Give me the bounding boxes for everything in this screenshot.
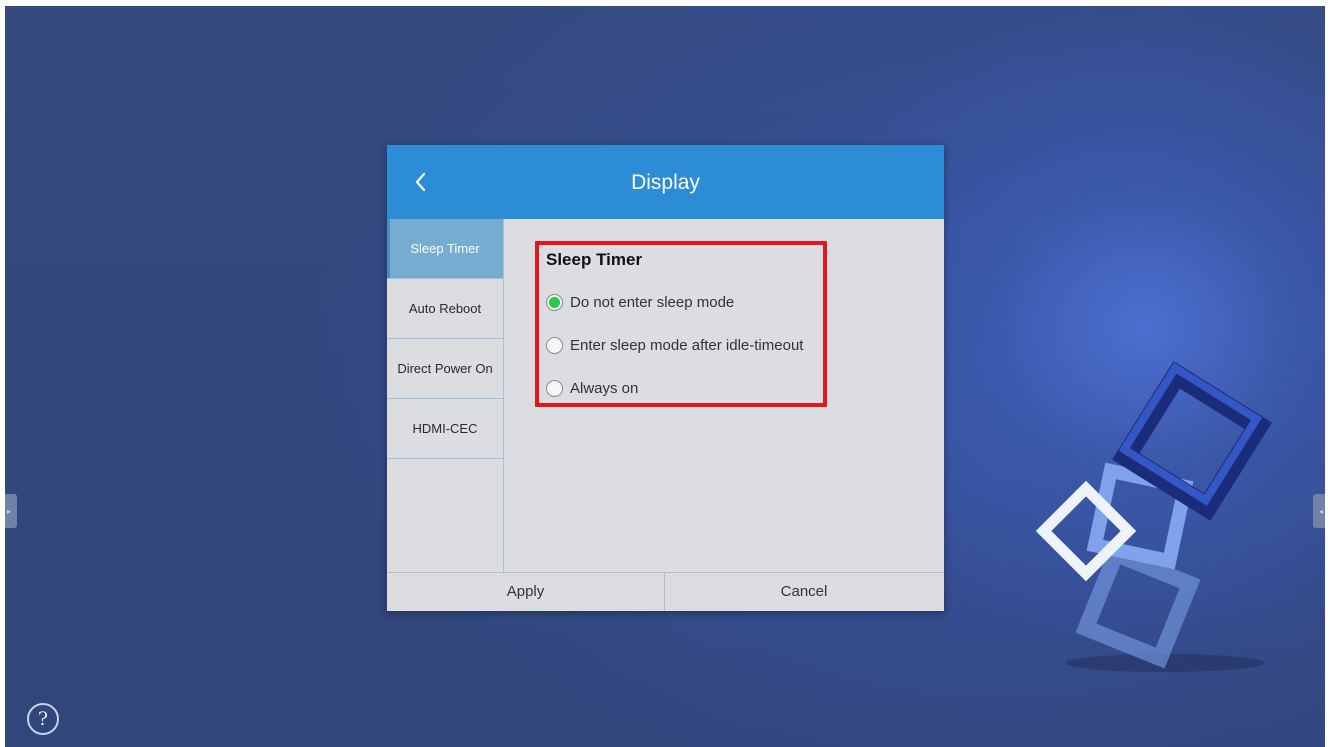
menu-item-hdmi-cec[interactable]: HDMI-CEC xyxy=(387,399,503,459)
settings-side-menu: Sleep Timer Auto Reboot Direct Power On … xyxy=(387,219,504,572)
decorative-cubes-graphic xyxy=(1035,361,1272,672)
menu-item-label: HDMI-CEC xyxy=(412,421,478,436)
menu-item-direct-power-on[interactable]: Direct Power On xyxy=(387,339,503,399)
radio-button[interactable] xyxy=(546,337,563,354)
help-button[interactable]: ? xyxy=(27,703,59,735)
display-settings-dialog: Display Sleep Timer Auto Reboot Direct P… xyxy=(387,145,944,611)
radio-option-always-on[interactable]: Always on xyxy=(546,380,638,397)
help-icon: ? xyxy=(37,707,49,730)
menu-item-label: Sleep Timer xyxy=(410,241,480,256)
arrow-left-icon: ◂ xyxy=(1318,506,1323,516)
arrow-right-icon: ▸ xyxy=(6,506,11,516)
radio-button-selected[interactable] xyxy=(546,294,563,311)
dialog-footer: Apply Cancel xyxy=(387,572,944,611)
left-edge-tab[interactable]: ▸ xyxy=(5,494,17,528)
option-label: Always on xyxy=(570,380,639,397)
dialog-header: Display xyxy=(387,145,944,219)
desktop-screen: ▸ ◂ ? Display Sleep Timer Auto Reboot Di… xyxy=(5,6,1325,747)
option-label: Enter sleep mode after idle-timeout xyxy=(570,337,804,354)
menu-item-auto-reboot[interactable]: Auto Reboot xyxy=(387,279,503,339)
right-edge-tab[interactable]: ◂ xyxy=(1313,494,1325,528)
cancel-button[interactable]: Cancel xyxy=(665,573,943,611)
option-label: Do not enter sleep mode xyxy=(570,294,735,311)
radio-button[interactable] xyxy=(546,380,563,397)
apply-button[interactable]: Apply xyxy=(387,573,665,611)
section-title: Sleep Timer xyxy=(546,250,643,269)
menu-item-label: Direct Power On xyxy=(397,361,493,376)
back-button[interactable] xyxy=(407,167,433,197)
dialog-title: Display xyxy=(631,171,700,194)
radio-option-idle-timeout[interactable]: Enter sleep mode after idle-timeout xyxy=(546,337,803,354)
radio-option-do-not-sleep[interactable]: Do not enter sleep mode xyxy=(546,294,734,311)
chevron-left-icon xyxy=(415,172,426,192)
menu-item-label: Auto Reboot xyxy=(408,301,482,316)
menu-item-sleep-timer[interactable]: Sleep Timer xyxy=(387,219,503,279)
